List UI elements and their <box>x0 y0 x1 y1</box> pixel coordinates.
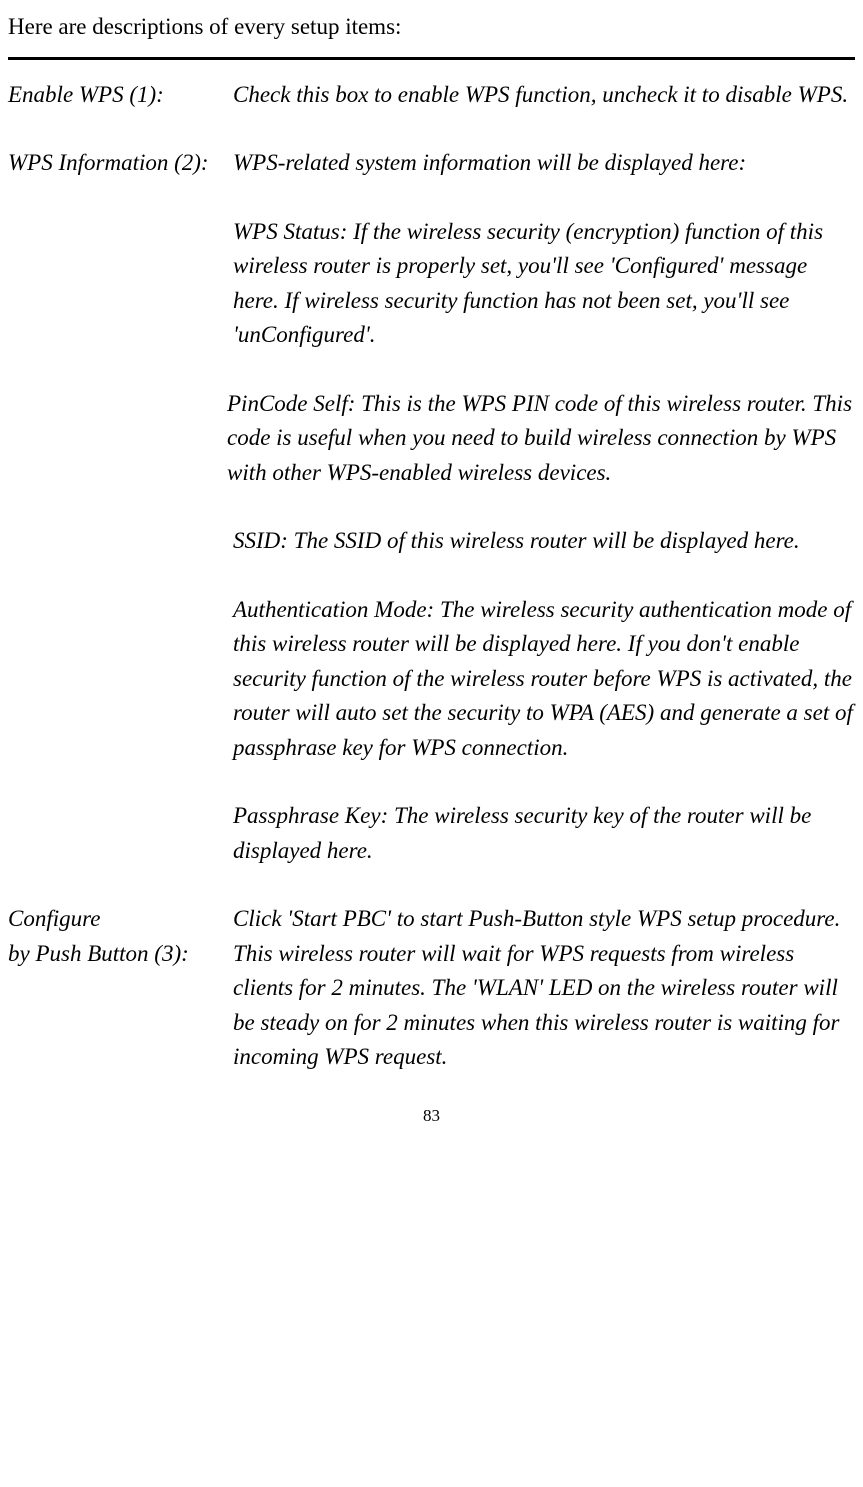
subitem-text: Passphrase Key: The wireless security ke… <box>233 799 855 868</box>
subitem-auth-mode: Authentication Mode: The wireless securi… <box>8 593 855 766</box>
subitem-text: SSID: The SSID of this wireless router w… <box>233 524 855 559</box>
subitem-passphrase: Passphrase Key: The wireless security ke… <box>8 799 855 868</box>
item-term: WPS Information (2): <box>8 146 233 181</box>
subitem-pincode: PinCode Self: This is the WPS PIN code o… <box>8 387 855 491</box>
item-term: Configure by Push Button (3): <box>8 902 233 1075</box>
subitem-ssid: SSID: The SSID of this wireless router w… <box>8 524 855 559</box>
subitem-wps-status: WPS Status: If the wireless security (en… <box>8 215 855 353</box>
item-row-enable-wps: Enable WPS (1): Check this box to enable… <box>8 78 855 113</box>
item-def: Click 'Start PBC' to start Push-Button s… <box>233 902 855 1075</box>
item-row-wps-info: WPS Information (2): WPS-related system … <box>8 146 855 181</box>
item-term-line1: Configure <box>8 902 233 937</box>
item-def: Check this box to enable WPS function, u… <box>233 78 855 113</box>
subitem-text: PinCode Self: This is the WPS PIN code o… <box>227 387 855 491</box>
subitem-text: WPS Status: If the wireless security (en… <box>233 215 855 353</box>
intro-text: Here are descriptions of every setup ite… <box>8 10 855 45</box>
item-row-configure-pbc: Configure by Push Button (3): Click 'Sta… <box>8 902 855 1075</box>
page-number: 83 <box>8 1103 855 1129</box>
section-divider <box>8 57 855 60</box>
subitem-text: Authentication Mode: The wireless securi… <box>233 593 855 766</box>
item-term: Enable WPS (1): <box>8 78 233 113</box>
item-term-line2: by Push Button (3): <box>8 937 233 972</box>
item-def: WPS-related system information will be d… <box>233 146 855 181</box>
